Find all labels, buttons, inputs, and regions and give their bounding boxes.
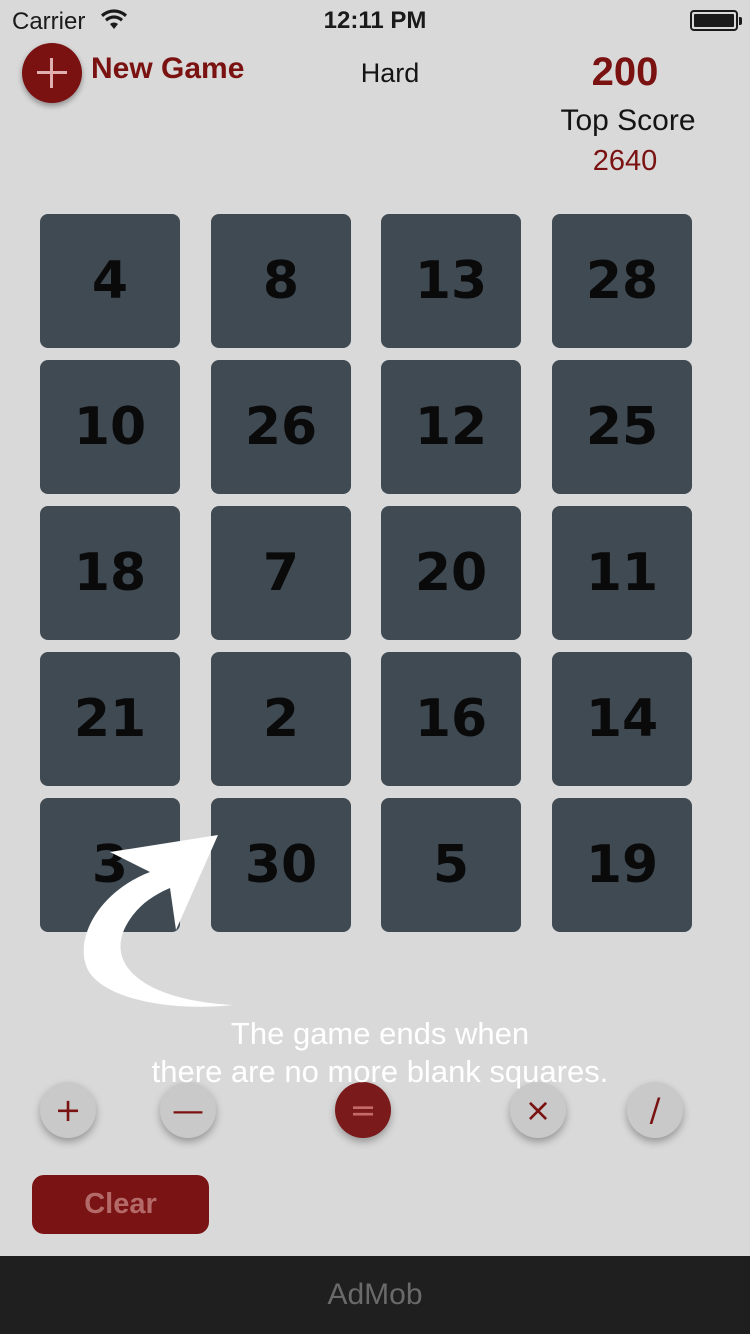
- difficulty-label: Hard: [360, 58, 420, 88]
- grid-tile[interactable]: 11: [552, 506, 692, 640]
- grid-tile[interactable]: 21: [40, 652, 180, 786]
- grid-tile[interactable]: 5: [381, 798, 521, 932]
- grid-tile[interactable]: 25: [552, 360, 692, 494]
- grid-tile[interactable]: 19: [552, 798, 692, 932]
- clear-button[interactable]: Clear: [32, 1175, 209, 1234]
- grid-tile[interactable]: 16: [381, 652, 521, 786]
- grid-tile[interactable]: 2: [211, 652, 351, 786]
- new-game-label[interactable]: New Game: [91, 52, 244, 86]
- curved-arrow-icon: [83, 835, 234, 1007]
- top-score-value: 2640: [592, 145, 658, 177]
- grid-tile[interactable]: 18: [40, 506, 180, 640]
- tip-line-2: there are no more blank squares.: [151, 1054, 609, 1089]
- grid-tile[interactable]: 7: [211, 506, 351, 640]
- grid-tile[interactable]: 26: [211, 360, 351, 494]
- status-bar: Carrier 12:11 PM: [0, 0, 750, 40]
- new-game-button[interactable]: [22, 43, 82, 103]
- ad-banner[interactable]: AdMob: [0, 1256, 750, 1334]
- grid-tile[interactable]: 28: [552, 214, 692, 348]
- grid-tile[interactable]: 8: [211, 214, 351, 348]
- top-score-label: Top Score: [560, 104, 696, 137]
- grid-tile[interactable]: 12: [381, 360, 521, 494]
- grid-tile[interactable]: 10: [40, 360, 180, 494]
- battery-icon: [690, 10, 742, 31]
- grid-tile[interactable]: 14: [552, 652, 692, 786]
- grid-tile[interactable]: 4: [40, 214, 180, 348]
- clock: 12:11 PM: [323, 7, 427, 34]
- tutorial-tip: The game ends when there are no more bla…: [100, 1015, 660, 1091]
- grid-tile[interactable]: 13: [381, 214, 521, 348]
- grid-tile[interactable]: 20: [381, 506, 521, 640]
- current-score: 200: [591, 50, 659, 94]
- plus-button[interactable]: +: [40, 1082, 96, 1138]
- tip-line-1: The game ends when: [230, 1016, 530, 1051]
